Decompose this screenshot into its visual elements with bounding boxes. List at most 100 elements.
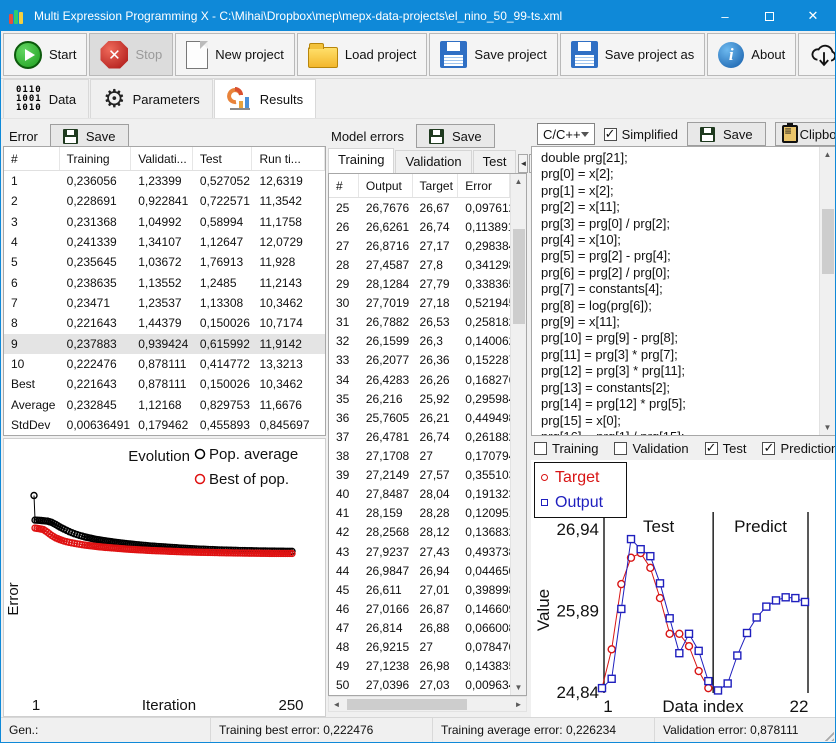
column-header[interactable]: Validati... — [131, 147, 193, 170]
table-row[interactable]: 3326,207726,360,152287 — [329, 351, 510, 370]
generated-code[interactable]: double prg[21]; prg[0] = x[2]; prg[1] = … — [532, 147, 835, 435]
table-row[interactable]: 3927,214927,570,355103 — [329, 466, 510, 485]
scroll-down-icon[interactable]: ▼ — [511, 680, 526, 695]
toggle-test[interactable]: Test — [705, 441, 747, 456]
column-header[interactable]: Run ti... — [252, 147, 325, 170]
table-row[interactable]: 4726,81426,880,066008 — [329, 618, 510, 637]
table-row[interactable]: 3726,478126,740,261882 — [329, 427, 510, 446]
table-row[interactable]: 20,2286910,9228410,72257111,3542 — [4, 191, 325, 211]
model-errors-tab-training[interactable]: Training — [328, 148, 394, 173]
table-cell: 0,615992 — [193, 337, 253, 351]
save-project-as-button[interactable]: Save project as — [560, 33, 706, 76]
scroll-down-icon[interactable]: ▼ — [820, 420, 835, 435]
code-save-button[interactable]: Save — [687, 122, 766, 146]
table-row[interactable]: 4128,15928,280,120951 — [329, 504, 510, 523]
table-row[interactable]: 4027,848728,040,191323 — [329, 485, 510, 504]
table-cell: 0,221643 — [60, 316, 132, 330]
table-row[interactable]: StdDev0,006364910,1794620,4558930,845697 — [4, 415, 325, 435]
simplified-checkbox[interactable]: Simplified — [604, 127, 678, 142]
table-row[interactable]: 70,234711,235371,1330810,3462 — [4, 293, 325, 313]
scroll-left-icon[interactable]: ◄ — [329, 697, 344, 711]
toggle-validation[interactable]: Validation — [614, 441, 688, 456]
table-row[interactable]: 90,2378830,9394240,61599211,9142 — [4, 334, 325, 354]
table-cell: 0,922841 — [131, 194, 193, 208]
table-row[interactable]: Best0,2216430,8781110,15002610,3462 — [4, 374, 325, 394]
tab-results[interactable]: Results — [214, 79, 316, 118]
language-select[interactable]: C/C++ — [537, 123, 595, 145]
maximize-icon — [765, 12, 774, 21]
load-project-button[interactable]: Load project — [297, 33, 428, 76]
table-row[interactable]: 30,2313681,049920,5899411,1758 — [4, 212, 325, 232]
table-row[interactable]: 3027,701927,180,521945 — [329, 294, 510, 313]
table-row[interactable]: 60,2386351,135521,248511,2143 — [4, 273, 325, 293]
error-save-button[interactable]: Save — [50, 124, 129, 148]
table-row[interactable]: Average0,2328451,121680,82975311,6676 — [4, 394, 325, 414]
table-cell: 30 — [329, 296, 359, 310]
table-row[interactable]: 3625,760526,210,449498 — [329, 408, 510, 427]
start-button[interactable]: Start — [3, 33, 87, 76]
tab-data[interactable]: 011010011010 Data — [3, 79, 89, 118]
new-project-button[interactable]: New project — [175, 33, 295, 76]
table-cell: 1,76913 — [193, 255, 253, 269]
model-errors-tab-validation[interactable]: Validation — [395, 150, 471, 173]
minimize-button[interactable]: – — [703, 1, 747, 31]
column-header[interactable]: Error — [458, 174, 510, 197]
table-row[interactable]: 40,2413391,341071,1264712,0729 — [4, 232, 325, 252]
table-row[interactable]: 2827,458727,80,341298 — [329, 255, 510, 274]
column-header[interactable]: # — [4, 147, 60, 170]
model-errors-hscrollbar[interactable]: ◄ ► — [328, 696, 527, 712]
table-row[interactable]: 3827,1708270,170794 — [329, 446, 510, 465]
table-row[interactable]: 2626,626126,740,113891 — [329, 217, 510, 236]
table-row[interactable]: 4327,923727,430,493738 — [329, 542, 510, 561]
table-row[interactable]: 4526,61127,010,398998 — [329, 580, 510, 599]
column-header[interactable]: Output — [359, 174, 413, 197]
toggle-training[interactable]: Training — [534, 441, 598, 456]
scroll-thumb[interactable] — [513, 229, 525, 324]
code-vscrollbar[interactable]: ▲ ▼ — [819, 147, 835, 435]
table-row[interactable]: 50,2356451,036721,7691311,928 — [4, 252, 325, 272]
scroll-thumb[interactable] — [347, 699, 467, 710]
table-row[interactable]: 3126,788226,530,258182 — [329, 313, 510, 332]
stop-button[interactable]: ✕Stop — [89, 33, 173, 76]
table-row[interactable]: 3226,159926,30,140062 — [329, 332, 510, 351]
column-header[interactable]: Target — [413, 174, 459, 197]
table-row[interactable]: 100,2224760,8781110,41477213,3213 — [4, 354, 325, 374]
column-header[interactable]: Training — [60, 147, 132, 170]
about-button[interactable]: iAbout — [707, 33, 796, 76]
table-row[interactable]: 4627,016626,870,146609 — [329, 599, 510, 618]
table-row[interactable]: 10,2360561,233990,52705212,6319 — [4, 171, 325, 191]
table-row[interactable]: 2726,871627,170,298384 — [329, 236, 510, 255]
updates-button[interactable]: Updates — [798, 33, 836, 76]
model-errors-vscrollbar[interactable]: ▲ ▼ — [510, 174, 526, 695]
tab-parameters[interactable]: ⚙ Parameters — [90, 79, 213, 118]
maximize-button[interactable] — [747, 1, 791, 31]
column-header[interactable]: # — [329, 174, 359, 197]
table-row[interactable]: 3426,428326,260,168276 — [329, 370, 510, 389]
start-icon — [14, 41, 42, 69]
table-row[interactable]: 5027,039627,030,009634 — [329, 676, 510, 695]
table-row[interactable]: 4426,984726,940,044650 — [329, 561, 510, 580]
model-errors-table: #OutputTargetError2526,767626,670,097612… — [329, 174, 510, 695]
table-row[interactable]: 2928,128427,790,338365 — [329, 274, 510, 293]
model-errors-save-button[interactable]: Save — [416, 124, 495, 148]
scroll-right-icon[interactable]: ► — [511, 697, 526, 711]
save-project-button[interactable]: Save project — [429, 33, 557, 76]
scroll-up-icon[interactable]: ▲ — [511, 174, 526, 189]
scroll-thumb[interactable] — [822, 209, 834, 274]
table-cell: 0,150026 — [193, 316, 253, 330]
table-row[interactable]: 3526,21625,920,295984 — [329, 389, 510, 408]
table-cell: 27,7019 — [359, 296, 413, 310]
model-errors-tab-test[interactable]: Test — [473, 150, 517, 173]
table-row[interactable]: 4826,9215270,078470 — [329, 638, 510, 657]
table-row[interactable]: 2526,767626,670,097612 — [329, 198, 510, 217]
tabs-scroll-left-icon[interactable]: ◄ — [518, 154, 528, 173]
toggle-predictions[interactable]: Predictions — [762, 441, 835, 456]
clipboard-button[interactable]: Clipboard — [775, 122, 835, 146]
table-row[interactable]: 4228,256828,120,136832 — [329, 523, 510, 542]
table-cell: 0,168276 — [458, 373, 510, 387]
scroll-up-icon[interactable]: ▲ — [820, 147, 835, 162]
column-header[interactable]: Test — [193, 147, 253, 170]
table-row[interactable]: 4927,123826,980,143835 — [329, 657, 510, 676]
close-button[interactable]: ✕ — [791, 1, 835, 31]
table-row[interactable]: 80,2216431,443790,15002610,7174 — [4, 313, 325, 333]
